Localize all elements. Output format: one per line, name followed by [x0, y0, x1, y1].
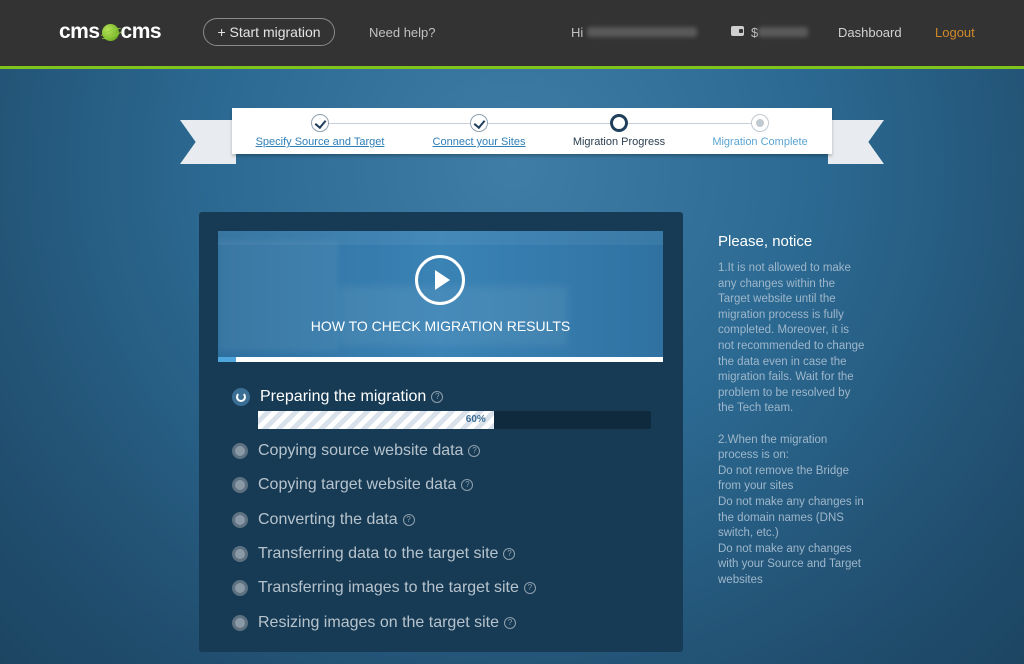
step-connect-sites[interactable]: Connect your Sites: [409, 114, 549, 148]
top-navigation-bar: cms cms + Start migration Need help? Hi …: [0, 0, 1024, 69]
wallet-icon: [731, 26, 744, 36]
blurred-username: [587, 27, 697, 37]
task-preparing-migration: Preparing the migration ?: [232, 386, 444, 408]
pending-bullet-icon: [232, 443, 248, 459]
task-label: Copying source website data: [258, 442, 464, 459]
video-progress-bar[interactable]: [218, 357, 663, 362]
need-help-link[interactable]: Need help?: [369, 25, 436, 40]
video-player[interactable]: HOW TO CHECK MIGRATION RESULTS: [218, 231, 663, 362]
ribbon-tail-left: [180, 120, 236, 164]
ribbon-tail-right: [828, 120, 884, 164]
pending-bullet-icon: [232, 512, 248, 528]
help-icon[interactable]: ?: [468, 445, 481, 457]
step-specify-source-target[interactable]: Specify Source and Target: [250, 114, 390, 148]
help-icon[interactable]: ?: [402, 514, 415, 526]
notice-line: Do not make any changes in the domain na…: [718, 495, 864, 540]
loading-spinner-icon: [232, 388, 250, 406]
task-label: Converting the data: [258, 511, 398, 528]
pending-bullet-icon: [232, 580, 248, 596]
task-converting-data: Converting the data ?: [232, 509, 415, 531]
migration-stepper: Specify Source and Target Connect your S…: [232, 108, 832, 154]
help-icon[interactable]: ?: [504, 617, 517, 629]
pending-bullet-icon: [232, 477, 248, 493]
step-label: Migration Progress: [572, 136, 666, 148]
start-migration-button[interactable]: + Start migration: [203, 18, 335, 46]
notice-text: 1.It is not allowed to make any changes …: [718, 261, 868, 588]
cms2cms-logo[interactable]: cms cms: [59, 20, 162, 44]
pending-bullet-icon: [232, 546, 248, 562]
notice-line: Do not make any changes with your Source…: [718, 542, 861, 586]
help-icon[interactable]: ?: [503, 548, 516, 560]
help-icon[interactable]: ?: [431, 391, 444, 403]
logout-link[interactable]: Logout: [935, 25, 975, 40]
task-resizing-images: Resizing images on the target site ?: [232, 612, 517, 634]
blurred-balance[interactable]: [758, 27, 808, 37]
task-label: Preparing the migration: [260, 388, 427, 405]
task-label: Resizing images on the target site: [258, 614, 500, 631]
help-icon[interactable]: ?: [461, 479, 474, 491]
dashboard-link[interactable]: Dashboard: [838, 25, 902, 40]
step-check-icon: [311, 114, 329, 132]
task-label: Transferring data to the target site: [258, 545, 499, 562]
step-migration-complete: Migration Complete: [690, 114, 830, 148]
logo-text-right: cms: [120, 20, 162, 43]
step-migration-progress: Migration Progress: [549, 114, 689, 148]
task-copying-target-data: Copying target website data ?: [232, 474, 474, 496]
step-check-icon: [470, 114, 488, 132]
task-copying-source-data: Copying source website data ?: [232, 440, 481, 462]
step-pending-icon: [751, 114, 769, 132]
globe-icon: [101, 23, 119, 41]
task-label: Copying target website data: [258, 476, 457, 493]
video-thumbnail-sidebar: [218, 241, 338, 351]
pending-bullet-icon: [232, 615, 248, 631]
notice-line: Do not remove the Bridge from your sites: [718, 464, 850, 493]
task-transferring-data: Transferring data to the target site ?: [232, 543, 516, 565]
migration-progress-panel: HOW TO CHECK MIGRATION RESULTS Preparing…: [199, 212, 683, 652]
help-icon[interactable]: ?: [523, 582, 536, 594]
logo-text-left: cms: [59, 20, 100, 43]
progress-fill: [258, 411, 494, 429]
play-icon[interactable]: [415, 255, 465, 305]
video-progress-played: [218, 357, 236, 362]
notice-paragraph-2: 2.When the migration process is on: Do n…: [718, 433, 868, 589]
progress-percent: 60%: [465, 414, 486, 425]
step-label[interactable]: Specify Source and Target: [250, 136, 390, 148]
notice-line: 2.When the migration process is on:: [718, 433, 828, 462]
step-label: Migration Complete: [712, 136, 808, 148]
migration-progress-bar: 60%: [258, 411, 651, 429]
greeting-text: Hi: [571, 25, 584, 40]
notice-paragraph-1: 1.It is not allowed to make any changes …: [718, 262, 865, 415]
notice-title: Please, notice: [718, 233, 813, 250]
step-current-icon: [610, 114, 628, 132]
step-label[interactable]: Connect your Sites: [409, 136, 549, 148]
video-title: HOW TO CHECK MIGRATION RESULTS: [310, 318, 571, 334]
task-transferring-images: Transferring images to the target site ?: [232, 577, 536, 599]
task-label: Transferring images to the target site: [258, 579, 519, 596]
